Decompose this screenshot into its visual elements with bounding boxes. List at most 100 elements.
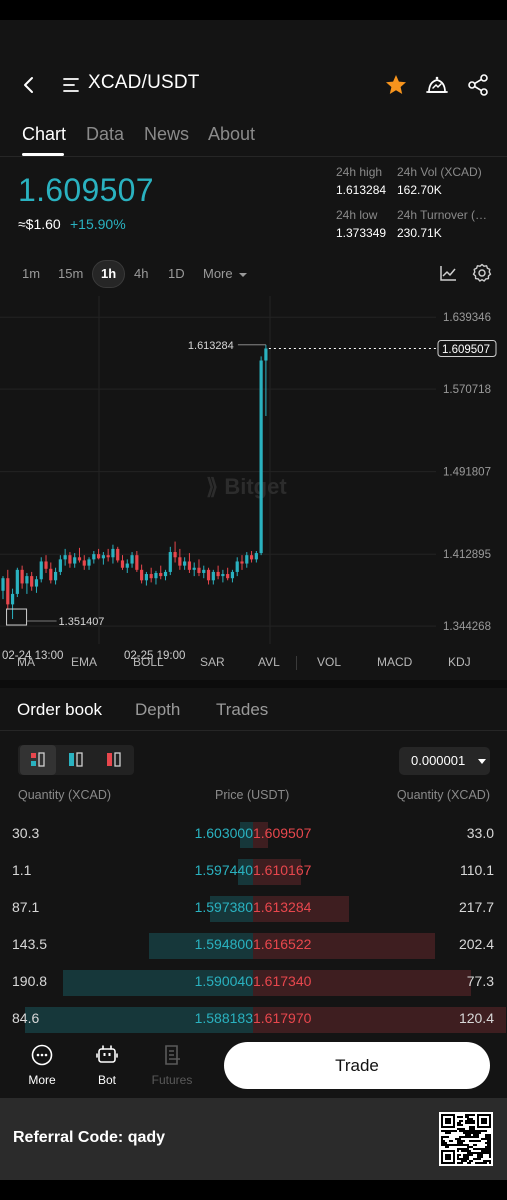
orderbook-row[interactable]: 143.5 1.594800 1.616522 202.4 [0,927,507,964]
precision-select[interactable]: 0.000001 [399,747,490,775]
bid-price[interactable]: 1.597440 [195,862,253,878]
tab-data[interactable]: Data [86,124,124,145]
candle-body [120,560,125,568]
y-tick-label: 1.491807 [443,467,491,479]
candle-body [168,552,172,572]
mode-both-button[interactable] [20,745,56,775]
bid-quantity: 143.5 [12,936,48,952]
indicator-ema[interactable]: EMA [71,655,97,669]
mode-bids-button[interactable] [58,745,94,775]
back-arrow-icon[interactable] [18,74,40,96]
candle-body [6,578,10,605]
indicator-macd[interactable]: MACD [377,655,412,669]
bid-price[interactable]: 1.603000 [195,825,253,841]
ask-price[interactable]: 1.609507 [253,825,311,841]
section-separator [0,680,507,688]
star-icon[interactable] [384,73,408,97]
candle-body [106,555,110,558]
nav-bot-label[interactable]: Bot [82,1073,132,1087]
low-value: 1.373349 [336,226,387,240]
candle-body [211,571,215,581]
bid-price[interactable]: 1.597380 [195,899,253,915]
timeframe-more-label: More [203,266,233,281]
ask-price[interactable]: 1.610167 [253,862,311,878]
candle-body [34,579,39,587]
ask-price[interactable]: 1.616522 [253,936,311,952]
candle-body [130,555,134,564]
indicator-kdj[interactable]: KDJ [448,655,471,669]
indicator-vol[interactable]: VOL [317,655,341,669]
price-alert-icon[interactable] [424,73,450,99]
tab-chart[interactable]: Chart [22,124,66,145]
divider [0,156,507,157]
usd-price: ≈$1.60 [18,216,61,232]
asks-only-icon [107,752,121,767]
vol-value: 162.70K [397,183,442,197]
bot-icon[interactable] [96,1044,118,1066]
high-marker-label: 1.613284 [188,340,234,352]
timeframe-1h[interactable]: 1h [101,266,116,281]
timeframe-1d[interactable]: 1D [168,266,185,281]
candle-body [163,571,168,577]
tab-about[interactable]: About [208,124,255,145]
candle-body [159,572,163,577]
mode-asks-button[interactable] [96,745,132,775]
timeframe-4h[interactable]: 4h [134,266,148,281]
orderbook-row[interactable]: 87.1 1.597380 1.613284 217.7 [0,890,507,927]
gear-icon[interactable] [472,263,492,283]
candle-body [92,554,96,560]
candle-body [144,574,148,581]
timeframe-more[interactable]: More [203,266,248,281]
candle-body [25,576,29,584]
nav-more-label[interactable]: More [17,1073,67,1087]
y-tick-label: 1.344268 [443,621,491,633]
line-chart-icon[interactable] [438,263,458,283]
indicator-ma[interactable]: MA [17,655,35,669]
timeframe-1m[interactable]: 1m [22,266,40,281]
ask-quantity: 217.7 [458,899,494,915]
nav-futures-label[interactable]: Futures [147,1073,197,1087]
bids-only-icon [69,752,83,767]
divider [0,730,507,731]
tab-order-book[interactable]: Order book [17,700,102,720]
pair-title[interactable]: XCAD/USDT [88,72,200,94]
futures-icon[interactable] [163,1044,183,1066]
caret-down-icon [477,758,486,764]
bid-price[interactable]: 1.588183 [195,1010,253,1026]
candlestick-chart[interactable]: 1.639346 1.570718 1.491807 1.412895 1.344268… [0,296,507,666]
candle-body [183,561,187,566]
ask-price[interactable]: 1.613284 [253,899,311,915]
referral-banner: Referral Code: qady [0,1098,507,1180]
more-dots-icon[interactable] [31,1044,53,1066]
candle-body [116,548,120,561]
candle-body [58,559,62,572]
candle-body [10,593,15,605]
candle-body [63,555,67,560]
trade-button[interactable]: Trade [224,1042,490,1089]
indicator-avl[interactable]: AVL [258,655,280,669]
orderbook-row[interactable]: 190.8 1.590040 1.617340 77.3 [0,964,507,1001]
tab-news[interactable]: News [144,124,189,145]
last-price: 1.609507 [18,172,154,208]
qr-code-icon [439,1112,493,1166]
col-header-qty-right: Quantity (XCAD) [396,788,490,802]
indicator-boll[interactable]: BOLL [133,655,164,669]
candle-body [245,555,249,564]
candle-body [187,561,192,570]
timeframe-15m[interactable]: 15m [58,266,83,281]
indicator-sar[interactable]: SAR [200,655,225,669]
tab-trades[interactable]: Trades [216,700,268,720]
bid-price[interactable]: 1.590040 [195,973,253,989]
share-icon[interactable] [466,73,490,97]
orderbook-row[interactable]: 1.1 1.597440 1.610167 110.1 [0,853,507,890]
orderbook-row[interactable]: 30.3 1.603000 1.609507 33.0 [0,816,507,853]
ask-price[interactable]: 1.617970 [253,1010,311,1026]
list-menu-icon[interactable] [62,76,82,94]
candle-body [111,548,115,558]
ask-price[interactable]: 1.617340 [253,973,311,989]
candle-body [216,571,220,577]
candle-body [192,567,196,570]
ask-quantity: 202.4 [458,936,494,952]
tab-depth[interactable]: Depth [135,700,180,720]
bid-price[interactable]: 1.594800 [195,936,253,952]
